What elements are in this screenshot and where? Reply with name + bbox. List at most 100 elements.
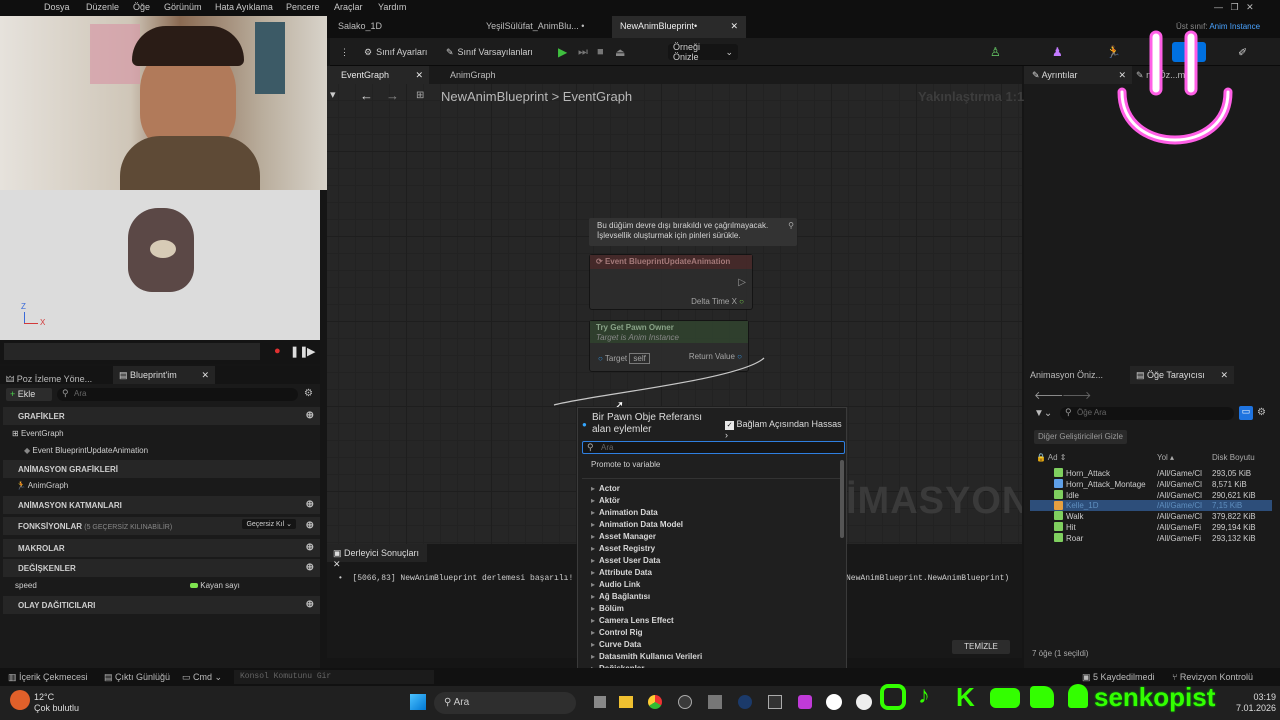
chrome-icon[interactable] [648, 695, 662, 709]
settings-gear-icon[interactable]: ⚙ [1257, 407, 1266, 418]
category-item[interactable]: Aktör [591, 496, 620, 505]
task-view-icon[interactable] [594, 696, 606, 708]
doc-tab-animblu[interactable]: YeşilSülüfat_AnimBlu... • [478, 16, 608, 38]
category-item[interactable]: Camera Lens Effect [591, 616, 674, 625]
doc-tab-newanim[interactable]: NewAnimBlueprint• ✕ [612, 16, 746, 38]
section-variables[interactable]: DEĞİŞKENLER ⊕ [3, 559, 320, 577]
menu-asset[interactable]: Öğe [133, 2, 150, 12]
forward-arrow-icon[interactable]: 🡒 [1062, 388, 1092, 402]
exec-pin-icon[interactable]: ▷ [738, 277, 746, 288]
category-item[interactable]: Ağ Bağlantısı [591, 592, 650, 601]
category-item[interactable]: Audio Link [591, 580, 640, 589]
add-circle-icon[interactable]: ⊕ [306, 562, 314, 573]
menu-tools[interactable]: Araçlar [334, 2, 363, 12]
category-item[interactable]: Animation Data [591, 508, 658, 517]
close-icon[interactable]: ✕ [1220, 370, 1228, 381]
steam-icon[interactable] [738, 695, 752, 709]
tab-anim-graph[interactable]: AnimGraph [436, 66, 536, 84]
toolbar-more-icon[interactable]: ⋮ [340, 44, 349, 60]
table-row[interactable]: Horn_Attack_Montage/All/Game/Cl 8,571 KiB [1030, 479, 1276, 490]
taskbar-search[interactable]: ⚲ Ara [434, 692, 576, 714]
breadcrumb-root[interactable]: NewAnimBlueprint [441, 89, 548, 104]
settings-gear-icon[interactable]: ⚙ [304, 388, 313, 399]
section-functions[interactable]: FONKSİYONLAR (5 GEÇERSİZ KILINABİLİR) Geç… [3, 517, 320, 535]
add-circle-icon[interactable]: ⊕ [306, 599, 314, 610]
tab-content-browser[interactable]: ▤ Öğe Tarayıcısı ✕ [1130, 366, 1234, 384]
col-path[interactable]: Yol ▴ [1157, 453, 1174, 462]
category-item[interactable]: Asset Manager [591, 532, 656, 541]
stop-button[interactable]: ■ [597, 44, 604, 60]
preview-instance-dropdown[interactable]: Örneği Önizle ⌄ [668, 42, 738, 62]
category-item[interactable]: Control Rig [591, 628, 643, 637]
category-item[interactable]: Attribute Data [591, 568, 652, 577]
app-icon[interactable] [708, 695, 722, 709]
menu-file[interactable]: Dosya [44, 2, 70, 12]
col-name[interactable]: 🔒 Ad ⇕ [1036, 453, 1066, 462]
clear-button[interactable]: TEMİZLE [952, 640, 1010, 654]
category-item[interactable]: Asset User Data [591, 556, 660, 565]
filter-icon[interactable]: ▼⌄ [1034, 408, 1052, 419]
app-icon[interactable] [798, 695, 812, 709]
event-update-animation-node[interactable]: ⟳ Event BlueprintUpdateAnimation ▷ Delta… [589, 254, 753, 310]
window-controls[interactable]: — ❐ ✕ [1214, 2, 1254, 13]
close-icon[interactable]: ✕ [730, 21, 738, 32]
section-anim-layers[interactable]: ANİMASYON KATMANLARI ⊕ [3, 496, 320, 514]
cmd-dropdown[interactable]: ▭ Cmd ⌄ [182, 672, 222, 683]
physics-mode-icon[interactable]: ✐ [1238, 44, 1247, 60]
preview-viewport[interactable]: Z X [0, 190, 320, 340]
menu-debug[interactable]: Hata Ayıklama [215, 2, 273, 12]
pause-icon[interactable]: ❚❚ [290, 345, 308, 358]
file-explorer-icon[interactable] [619, 696, 633, 708]
unreal-engine-icon[interactable] [826, 694, 842, 710]
breadcrumb-current[interactable]: EventGraph [563, 89, 632, 104]
tab-my-blueprint[interactable]: ▤ Blueprint'im ✕ [113, 366, 215, 384]
taskbar-clock[interactable]: 03:19 7.01.2026 [1236, 692, 1276, 714]
category-item[interactable]: Animation Data Model [591, 520, 683, 529]
section-macros[interactable]: MAKROLAR ⊕ [3, 539, 320, 557]
output-log-button[interactable]: ▤ Çıktı Günlüğü [104, 672, 170, 683]
menu-help[interactable]: Yardım [378, 2, 406, 12]
context-sensitive-toggle[interactable]: ✓ Bağlam Açısından Hassas › [725, 419, 846, 440]
menu-window[interactable]: Pencere [286, 2, 320, 12]
doc-tab-salako[interactable]: Salako_1D [330, 16, 470, 38]
hide-other-devs-button[interactable]: Diğer Geliştiricileri Gizle [1034, 430, 1127, 444]
close-icon[interactable]: ✕ [201, 370, 209, 381]
category-item[interactable]: Curve Data [591, 640, 641, 649]
variable-type[interactable]: Kayan sayı [190, 581, 240, 590]
asset-search-input[interactable]: ⚲ Öğe Ara [1060, 407, 1234, 420]
table-row[interactable]: Walk/All/Game/Cl 379,822 KiB [1030, 511, 1276, 522]
back-arrow-icon[interactable]: 🡐 [1034, 388, 1064, 402]
category-item[interactable]: Bölüm [591, 604, 624, 613]
variable-speed[interactable]: speed [15, 581, 37, 590]
revision-control-button[interactable]: ⑂ Revizyon Kontrolü [1172, 672, 1253, 682]
scrollbar[interactable] [840, 460, 844, 538]
add-circle-icon[interactable]: ⊕ [306, 542, 314, 553]
class-settings-button[interactable]: ⚙ Sınıf Ayarları [364, 44, 427, 60]
category-item[interactable]: Asset Registry [591, 544, 655, 553]
record-icon[interactable]: ● [274, 345, 281, 357]
content-drawer-button[interactable]: ▥ İçerik Çekmecesi [8, 672, 88, 683]
back-arrow-icon[interactable]: ← [360, 88, 373, 103]
section-anim-graphs[interactable]: ANİMASYON GRAFİKLERİ [3, 460, 320, 478]
table-row[interactable]: Roar/All/Game/Fi 293,132 KiB [1030, 533, 1276, 544]
windows-start-icon[interactable] [410, 694, 426, 710]
section-dispatchers[interactable]: OLAY DAĞITICILARI ⊕ [3, 596, 320, 614]
pin-icon[interactable]: ⚲ [788, 221, 794, 231]
mesh-mode-icon[interactable]: ♟ [1052, 44, 1063, 60]
step-button[interactable]: ⏭ [578, 44, 588, 60]
close-icon[interactable]: ✕ [415, 70, 423, 81]
promote-to-variable-item[interactable]: Promote to variable [591, 460, 660, 469]
app-icon[interactable] [678, 695, 692, 709]
add-circle-icon[interactable]: ⊕ [306, 499, 314, 510]
popup-search-input[interactable]: ⚲ Ara [582, 441, 845, 454]
weather-widget[interactable]: 12°C Çok bulutlu [34, 692, 79, 714]
blueprint-search-input[interactable]: ⚲ Ara [57, 388, 298, 401]
bookmark-icon[interactable]: ▾ [330, 88, 336, 101]
tree-event-item[interactable]: ◆ Event BlueprintUpdateAnimation [24, 446, 148, 455]
col-size[interactable]: Disk Boyutu [1212, 453, 1255, 462]
tab-event-graph[interactable]: EventGraph ✕ [327, 66, 429, 84]
override-dropdown[interactable]: Geçersiz Kıl ⌄ [242, 519, 296, 529]
tab-anim-preview[interactable]: Animasyon Öniz... [1030, 370, 1103, 380]
add-circle-icon[interactable]: ⊕ [306, 410, 314, 421]
unreal-engine-icon[interactable] [856, 694, 872, 710]
